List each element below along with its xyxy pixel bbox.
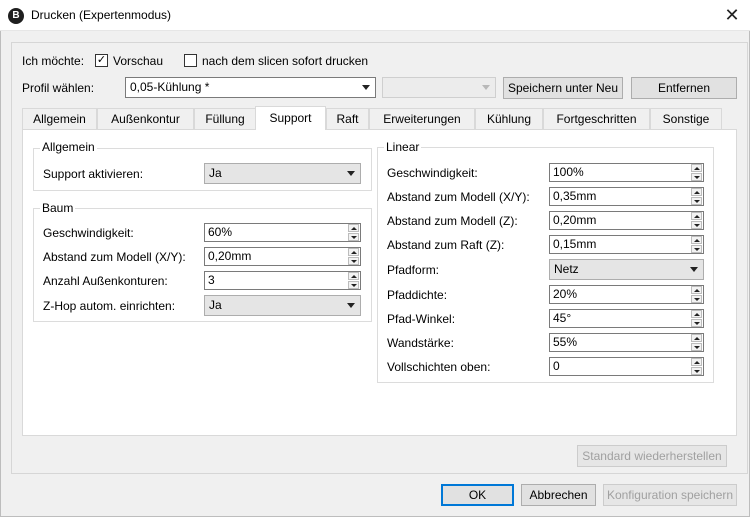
linear-angle-spinbox[interactable]: 45° — [549, 309, 704, 328]
linear-speed-label: Geschwindigkeit: — [387, 166, 478, 180]
tab-raft[interactable]: Raft — [326, 108, 369, 129]
secondary-select[interactable] — [382, 77, 496, 98]
linear-wall-spinbox[interactable]: 55% — [549, 333, 704, 352]
support-enable-value: Ja — [209, 166, 222, 180]
chevron-down-icon — [690, 267, 698, 272]
preview-checkbox[interactable]: ✓ — [95, 54, 108, 67]
profile-label: Profil wählen: — [22, 81, 95, 95]
linear-speed-spinbox[interactable]: 100% — [549, 163, 704, 182]
linear-density-label: Pfaddichte: — [387, 288, 448, 302]
tab-support[interactable]: Support — [255, 106, 326, 130]
linear-distance-z-label: Abstand zum Modell (Z): — [387, 214, 518, 228]
spin-up-icon[interactable] — [691, 212, 702, 220]
print-after-slice-checkbox[interactable] — [184, 54, 197, 67]
chevron-down-icon — [482, 85, 490, 90]
spin-up-icon[interactable] — [691, 334, 702, 342]
linear-angle-value: 45° — [553, 311, 572, 325]
profile-select[interactable]: 0,05-Kühlung * — [125, 77, 376, 98]
tab-erweiterungen[interactable]: Erweiterungen — [369, 108, 475, 129]
tab-aussenkontur[interactable]: Außenkontur — [97, 108, 194, 129]
spin-down-icon[interactable] — [691, 197, 702, 205]
save-as-new-button[interactable]: Speichern unter Neu — [503, 77, 623, 99]
linear-distance-raft-spinbox[interactable]: 0,15mm — [549, 235, 704, 254]
tab-allgemein[interactable]: Allgemein — [22, 108, 97, 129]
linear-distance-raft-label: Abstand zum Raft (Z): — [387, 238, 505, 252]
linear-wall-value: 55% — [553, 335, 578, 349]
tree-outer-count-value: 3 — [208, 273, 215, 287]
tree-group-title: Baum — [40, 201, 76, 215]
spin-down-icon[interactable] — [691, 343, 702, 351]
tab-sonstige[interactable]: Sonstige — [650, 108, 722, 129]
close-icon[interactable]: ✕ — [714, 1, 750, 30]
spin-down-icon[interactable] — [691, 221, 702, 229]
window-title: Drucken (Expertenmodus) — [31, 8, 172, 22]
linear-pattern-value: Netz — [554, 262, 579, 276]
save-config-button[interactable]: Konfiguration speichern — [603, 484, 737, 506]
spin-down-icon[interactable] — [691, 173, 702, 181]
spin-up-icon[interactable] — [691, 164, 702, 172]
spin-down-icon[interactable] — [691, 245, 702, 253]
spin-down-icon[interactable] — [348, 257, 359, 265]
ok-button[interactable]: OK — [441, 484, 514, 506]
linear-pattern-label: Pfadform: — [387, 263, 440, 277]
tree-zhop-select[interactable]: Ja — [204, 295, 361, 316]
spin-up-icon[interactable] — [691, 236, 702, 244]
tree-zhop-label: Z-Hop autom. einrichten: — [43, 299, 176, 313]
chevron-down-icon — [347, 171, 355, 176]
linear-top-layers-value: 0 — [553, 359, 560, 373]
linear-density-spinbox[interactable]: 20% — [549, 285, 704, 304]
tab-fuellung[interactable]: Füllung — [194, 108, 256, 129]
linear-distance-raft-value: 0,15mm — [553, 237, 597, 251]
restore-defaults-button[interactable]: Standard wiederherstellen — [577, 445, 727, 467]
linear-speed-value: 100% — [553, 165, 584, 179]
print-after-slice-label[interactable]: nach dem slicen sofort drucken — [202, 54, 368, 68]
linear-distance-z-value: 0,20mm — [553, 213, 597, 227]
linear-angle-label: Pfad-Winkel: — [387, 312, 456, 326]
linear-density-value: 20% — [553, 287, 578, 301]
spin-down-icon[interactable] — [348, 233, 359, 241]
spin-down-icon[interactable] — [691, 295, 702, 303]
chevron-down-icon — [362, 85, 370, 90]
tree-distance-xy-label: Abstand zum Modell (X/Y): — [43, 250, 186, 264]
tree-speed-value: 60% — [208, 225, 233, 239]
spin-down-icon[interactable] — [691, 367, 702, 375]
tree-outer-count-spinbox[interactable]: 3 — [204, 271, 361, 290]
chevron-down-icon — [347, 303, 355, 308]
preview-label[interactable]: Vorschau — [113, 54, 163, 68]
tab-fortgeschritten[interactable]: Fortgeschritten — [543, 108, 650, 129]
linear-distance-xy-spinbox[interactable]: 0,35mm — [549, 187, 704, 206]
support-enable-label: Support aktivieren: — [43, 167, 144, 181]
spin-up-icon[interactable] — [348, 224, 359, 232]
spin-up-icon[interactable] — [691, 358, 702, 366]
want-label: Ich möchte: — [22, 54, 85, 68]
linear-distance-xy-label: Abstand zum Modell (X/Y): — [387, 190, 530, 204]
tree-speed-spinbox[interactable]: 60% — [204, 223, 361, 242]
linear-distance-xy-value: 0,35mm — [553, 189, 597, 203]
tree-zhop-value: Ja — [209, 298, 222, 312]
tree-distance-xy-spinbox[interactable]: 0,20mm — [204, 247, 361, 266]
general-group-title: Allgemein — [40, 140, 97, 154]
linear-wall-label: Wandstärke: — [387, 336, 454, 350]
spin-down-icon[interactable] — [691, 319, 702, 327]
spin-up-icon[interactable] — [691, 188, 702, 196]
linear-distance-z-spinbox[interactable]: 0,20mm — [549, 211, 704, 230]
linear-pattern-select[interactable]: Netz — [549, 259, 704, 280]
linear-group-title: Linear — [384, 140, 422, 154]
tab-kuehlung[interactable]: Kühlung — [475, 108, 543, 129]
linear-top-layers-spinbox[interactable]: 0 — [549, 357, 704, 376]
tree-distance-xy-value: 0,20mm — [208, 249, 252, 263]
app-logo-icon: B — [8, 8, 24, 24]
profile-select-value: 0,05-Kühlung * — [130, 80, 210, 94]
support-enable-select[interactable]: Ja — [204, 163, 361, 184]
spin-up-icon[interactable] — [691, 310, 702, 318]
linear-top-layers-label: Vollschichten oben: — [387, 360, 491, 374]
remove-button[interactable]: Entfernen — [631, 77, 737, 99]
spin-down-icon[interactable] — [348, 281, 359, 289]
cancel-button[interactable]: Abbrechen — [521, 484, 596, 506]
spin-up-icon[interactable] — [348, 272, 359, 280]
tree-outer-count-label: Anzahl Außenkonturen: — [43, 274, 168, 288]
spin-up-icon[interactable] — [691, 286, 702, 294]
spin-up-icon[interactable] — [348, 248, 359, 256]
tree-speed-label: Geschwindigkeit: — [43, 226, 134, 240]
